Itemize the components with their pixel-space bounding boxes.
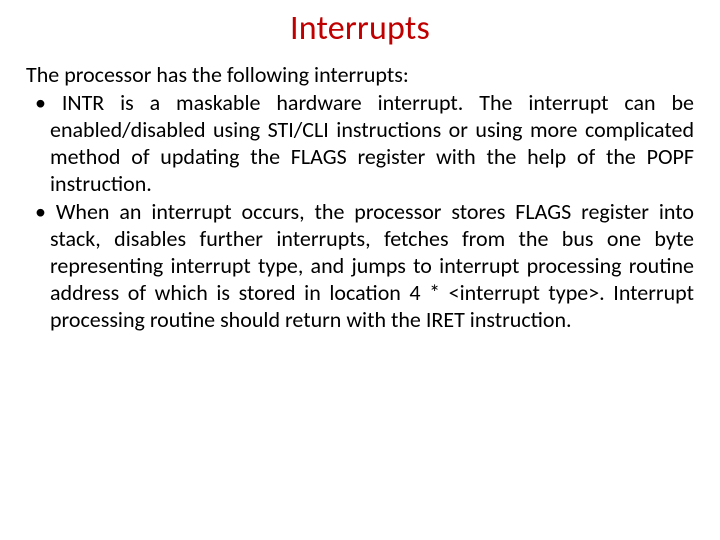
slide-title: Interrupts [26,8,694,49]
list-item: INTR is a maskable hardware interrupt. T… [26,89,694,197]
bullet-list: INTR is a maskable hardware interrupt. T… [26,89,694,333]
slide: Interrupts The processor has the followi… [0,0,720,540]
list-item: When an interrupt occurs, the processor … [26,198,694,333]
intro-text: The processor has the following interrup… [26,61,694,88]
